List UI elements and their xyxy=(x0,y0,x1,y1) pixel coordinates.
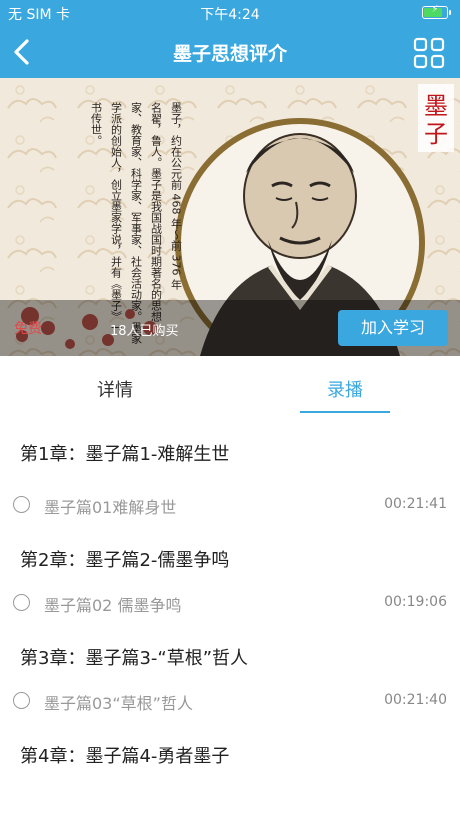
intro-text-column: 墨子，约在公元前 468 年～前 376 年 xyxy=(170,102,183,290)
menu-grid-button[interactable] xyxy=(412,36,446,70)
tab-recorded[interactable]: 录播 xyxy=(285,376,405,402)
radio-icon[interactable] xyxy=(13,496,30,513)
nav-bar: 墨子思想评介 xyxy=(0,26,460,78)
lesson-row[interactable]: 墨子篇02 儒墨争鸣 00:19:06 xyxy=(0,588,460,618)
chapter-title: 第3章：墨子篇3-“草根”哲人 xyxy=(20,648,249,669)
status-time: 下午4:24 xyxy=(200,7,260,23)
tab-bar: 详情 录播 xyxy=(0,356,460,418)
lesson-row[interactable]: 墨子篇03“草根”哲人 00:21:40 xyxy=(0,686,460,716)
chapter-title: 第4章：墨子篇4-勇者墨子 xyxy=(20,746,230,767)
free-tag: 免费 xyxy=(14,321,42,337)
course-info-bar: 免费 18人已购买 加入学习 xyxy=(0,300,460,356)
lesson-title: 墨子篇03“草根”哲人 xyxy=(44,694,193,713)
portrait-label-char1: 墨 xyxy=(424,92,448,120)
grid-icon xyxy=(413,37,445,69)
active-tab-indicator xyxy=(300,411,390,413)
lesson-duration: 00:21:40 xyxy=(384,692,447,708)
charging-bolt-icon: ⚡ xyxy=(431,4,439,15)
chapter-title: 第1章：墨子篇1-难解生世 xyxy=(20,444,230,465)
lesson-title: 墨子篇01难解身世 xyxy=(44,498,177,517)
tab-details[interactable]: 详情 xyxy=(55,376,175,402)
course-cover: 墨 子 墨子，约在公元前 468 年～前 376 年名翟，鲁人。墨子是我国战国时… xyxy=(0,78,460,356)
intro-text-column: 学派的创始人，创立墨家学说，并有《墨子》一 xyxy=(110,101,123,333)
bought-count: 18人已购买 xyxy=(110,324,179,339)
page-title: 墨子思想评介 xyxy=(172,43,287,65)
battery-icon: ⚡ xyxy=(422,4,451,19)
lesson-title: 墨子篇02 儒墨争鸣 xyxy=(44,596,182,615)
radio-icon[interactable] xyxy=(13,594,30,611)
radio-icon[interactable] xyxy=(13,692,30,709)
intro-text-column: 书传世。 xyxy=(90,102,103,146)
lesson-duration: 00:21:41 xyxy=(384,496,447,512)
lesson-row[interactable]: 墨子篇01难解身世 00:21:41 xyxy=(0,490,460,520)
lesson-duration: 00:19:06 xyxy=(384,594,447,610)
battery-cap xyxy=(449,10,451,15)
intro-text-column: 名翟，鲁人。墨子是我国战国时期著名的思想 xyxy=(150,101,163,322)
join-study-button[interactable]: 加入学习 xyxy=(338,310,448,346)
portrait-label-char2: 子 xyxy=(424,120,448,148)
status-bar: 无 SIM 卡 下午4:24 ⚡ xyxy=(0,0,460,26)
chapter-title: 第2章：墨子篇2-儒墨争鸣 xyxy=(20,550,230,571)
